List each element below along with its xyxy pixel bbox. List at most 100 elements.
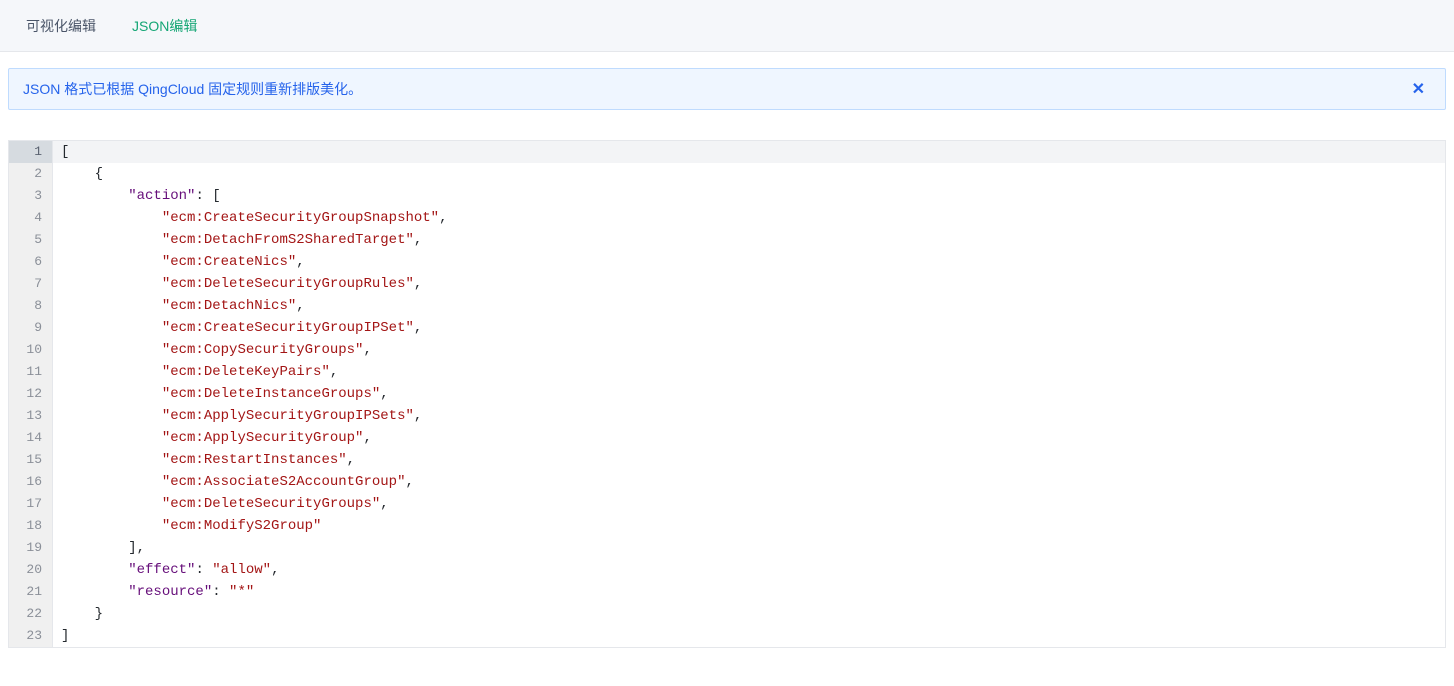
- json-string: "ecm:CreateNics": [162, 254, 296, 270]
- json-string: "ecm:DeleteSecurityGroupRules": [162, 276, 414, 292]
- line-number: 22: [9, 603, 53, 625]
- json-punct: [: [61, 144, 69, 160]
- editor-line[interactable]: 16 "ecm:AssociateS2AccountGroup",: [9, 471, 1445, 493]
- line-number: 13: [9, 405, 53, 427]
- editor-line[interactable]: 20 "effect": "allow",: [9, 559, 1445, 581]
- json-key: "resource": [128, 584, 212, 600]
- json-key: "effect": [128, 562, 195, 578]
- json-punct: :: [212, 584, 229, 600]
- line-number: 10: [9, 339, 53, 361]
- json-punct: ,: [380, 386, 388, 402]
- line-number: 19: [9, 537, 53, 559]
- code-content[interactable]: "effect": "allow",: [53, 559, 279, 581]
- json-punct: ]: [61, 628, 69, 644]
- json-punct: ,: [330, 364, 338, 380]
- code-content[interactable]: ],: [53, 537, 145, 559]
- json-punct: ,: [271, 562, 279, 578]
- line-number: 6: [9, 251, 53, 273]
- code-content[interactable]: }: [53, 603, 103, 625]
- code-content[interactable]: "ecm:CreateNics",: [53, 251, 305, 273]
- json-string: "*": [229, 584, 254, 600]
- code-content[interactable]: ]: [53, 625, 69, 647]
- code-content[interactable]: "ecm:CopySecurityGroups",: [53, 339, 372, 361]
- editor-line[interactable]: 6 "ecm:CreateNics",: [9, 251, 1445, 273]
- line-number: 14: [9, 427, 53, 449]
- code-content[interactable]: "ecm:DetachNics",: [53, 295, 305, 317]
- code-content[interactable]: "ecm:DeleteKeyPairs",: [53, 361, 338, 383]
- json-punct: ,: [347, 452, 355, 468]
- json-editor[interactable]: 1[2 {3 "action": [4 "ecm:CreateSecurityG…: [8, 140, 1446, 648]
- line-number: 16: [9, 471, 53, 493]
- editor-line[interactable]: 18 "ecm:ModifyS2Group": [9, 515, 1445, 537]
- line-number: 5: [9, 229, 53, 251]
- json-punct: {: [95, 166, 103, 182]
- json-punct: ,: [405, 474, 413, 490]
- line-number: 9: [9, 317, 53, 339]
- line-number: 17: [9, 493, 53, 515]
- json-punct: ,: [439, 210, 447, 226]
- json-string: "allow": [212, 562, 271, 578]
- tab-json-edit[interactable]: JSON编辑: [114, 0, 215, 52]
- code-content[interactable]: "ecm:ModifyS2Group": [53, 515, 321, 537]
- editor-line[interactable]: 15 "ecm:RestartInstances",: [9, 449, 1445, 471]
- alert-message: JSON 格式已根据 QingCloud 固定规则重新排版美化。: [23, 79, 362, 99]
- editor-line[interactable]: 11 "ecm:DeleteKeyPairs",: [9, 361, 1445, 383]
- editor-line[interactable]: 13 "ecm:ApplySecurityGroupIPSets",: [9, 405, 1445, 427]
- editor-line[interactable]: 17 "ecm:DeleteSecurityGroups",: [9, 493, 1445, 515]
- json-punct: ,: [414, 232, 422, 248]
- alert-close-button[interactable]: ✕: [1406, 79, 1431, 99]
- editor-line[interactable]: 3 "action": [: [9, 185, 1445, 207]
- json-punct: ],: [128, 540, 145, 556]
- code-content[interactable]: "ecm:DetachFromS2SharedTarget",: [53, 229, 422, 251]
- tab-visual-edit[interactable]: 可视化编辑: [8, 0, 114, 52]
- json-string: "ecm:DeleteInstanceGroups": [162, 386, 380, 402]
- editor-line[interactable]: 2 {: [9, 163, 1445, 185]
- editor-line[interactable]: 14 "ecm:ApplySecurityGroup",: [9, 427, 1445, 449]
- code-content[interactable]: "ecm:CreateSecurityGroupIPSet",: [53, 317, 422, 339]
- code-content[interactable]: "resource": "*": [53, 581, 254, 603]
- line-number: 1: [9, 141, 53, 163]
- editor-line[interactable]: 7 "ecm:DeleteSecurityGroupRules",: [9, 273, 1445, 295]
- code-content[interactable]: "ecm:DeleteSecurityGroupRules",: [53, 273, 422, 295]
- editor-line[interactable]: 19 ],: [9, 537, 1445, 559]
- line-number: 15: [9, 449, 53, 471]
- editor-line[interactable]: 1[: [9, 141, 1445, 163]
- code-content[interactable]: [: [53, 141, 69, 163]
- json-string: "ecm:CreateSecurityGroupSnapshot": [162, 210, 439, 226]
- json-punct: :: [195, 562, 212, 578]
- json-string: "ecm:ApplySecurityGroupIPSets": [162, 408, 414, 424]
- code-content[interactable]: "ecm:AssociateS2AccountGroup",: [53, 471, 414, 493]
- json-key: "action": [128, 188, 195, 204]
- json-string: "ecm:ModifyS2Group": [162, 518, 322, 534]
- line-number: 23: [9, 625, 53, 647]
- json-string: "ecm:DetachFromS2SharedTarget": [162, 232, 414, 248]
- json-punct: }: [95, 606, 103, 622]
- json-punct: : [: [195, 188, 220, 204]
- editor-line[interactable]: 10 "ecm:CopySecurityGroups",: [9, 339, 1445, 361]
- json-punct: ,: [414, 276, 422, 292]
- editor-line[interactable]: 12 "ecm:DeleteInstanceGroups",: [9, 383, 1445, 405]
- code-content[interactable]: "ecm:DeleteInstanceGroups",: [53, 383, 389, 405]
- line-number: 20: [9, 559, 53, 581]
- code-content[interactable]: {: [53, 163, 103, 185]
- code-content[interactable]: "ecm:ApplySecurityGroupIPSets",: [53, 405, 422, 427]
- json-string: "ecm:DeleteKeyPairs": [162, 364, 330, 380]
- editor-line[interactable]: 22 }: [9, 603, 1445, 625]
- editor-line[interactable]: 21 "resource": "*": [9, 581, 1445, 603]
- json-string: "ecm:CopySecurityGroups": [162, 342, 364, 358]
- line-number: 11: [9, 361, 53, 383]
- line-number: 12: [9, 383, 53, 405]
- editor-line[interactable]: 23]: [9, 625, 1445, 647]
- line-number: 18: [9, 515, 53, 537]
- json-punct: ,: [363, 342, 371, 358]
- editor-line[interactable]: 4 "ecm:CreateSecurityGroupSnapshot",: [9, 207, 1445, 229]
- json-string: "ecm:RestartInstances": [162, 452, 347, 468]
- code-content[interactable]: "ecm:RestartInstances",: [53, 449, 355, 471]
- code-content[interactable]: "ecm:ApplySecurityGroup",: [53, 427, 372, 449]
- editor-line[interactable]: 5 "ecm:DetachFromS2SharedTarget",: [9, 229, 1445, 251]
- code-content[interactable]: "action": [: [53, 185, 221, 207]
- code-content[interactable]: "ecm:CreateSecurityGroupSnapshot",: [53, 207, 447, 229]
- code-content[interactable]: "ecm:DeleteSecurityGroups",: [53, 493, 389, 515]
- editor-line[interactable]: 9 "ecm:CreateSecurityGroupIPSet",: [9, 317, 1445, 339]
- editor-line[interactable]: 8 "ecm:DetachNics",: [9, 295, 1445, 317]
